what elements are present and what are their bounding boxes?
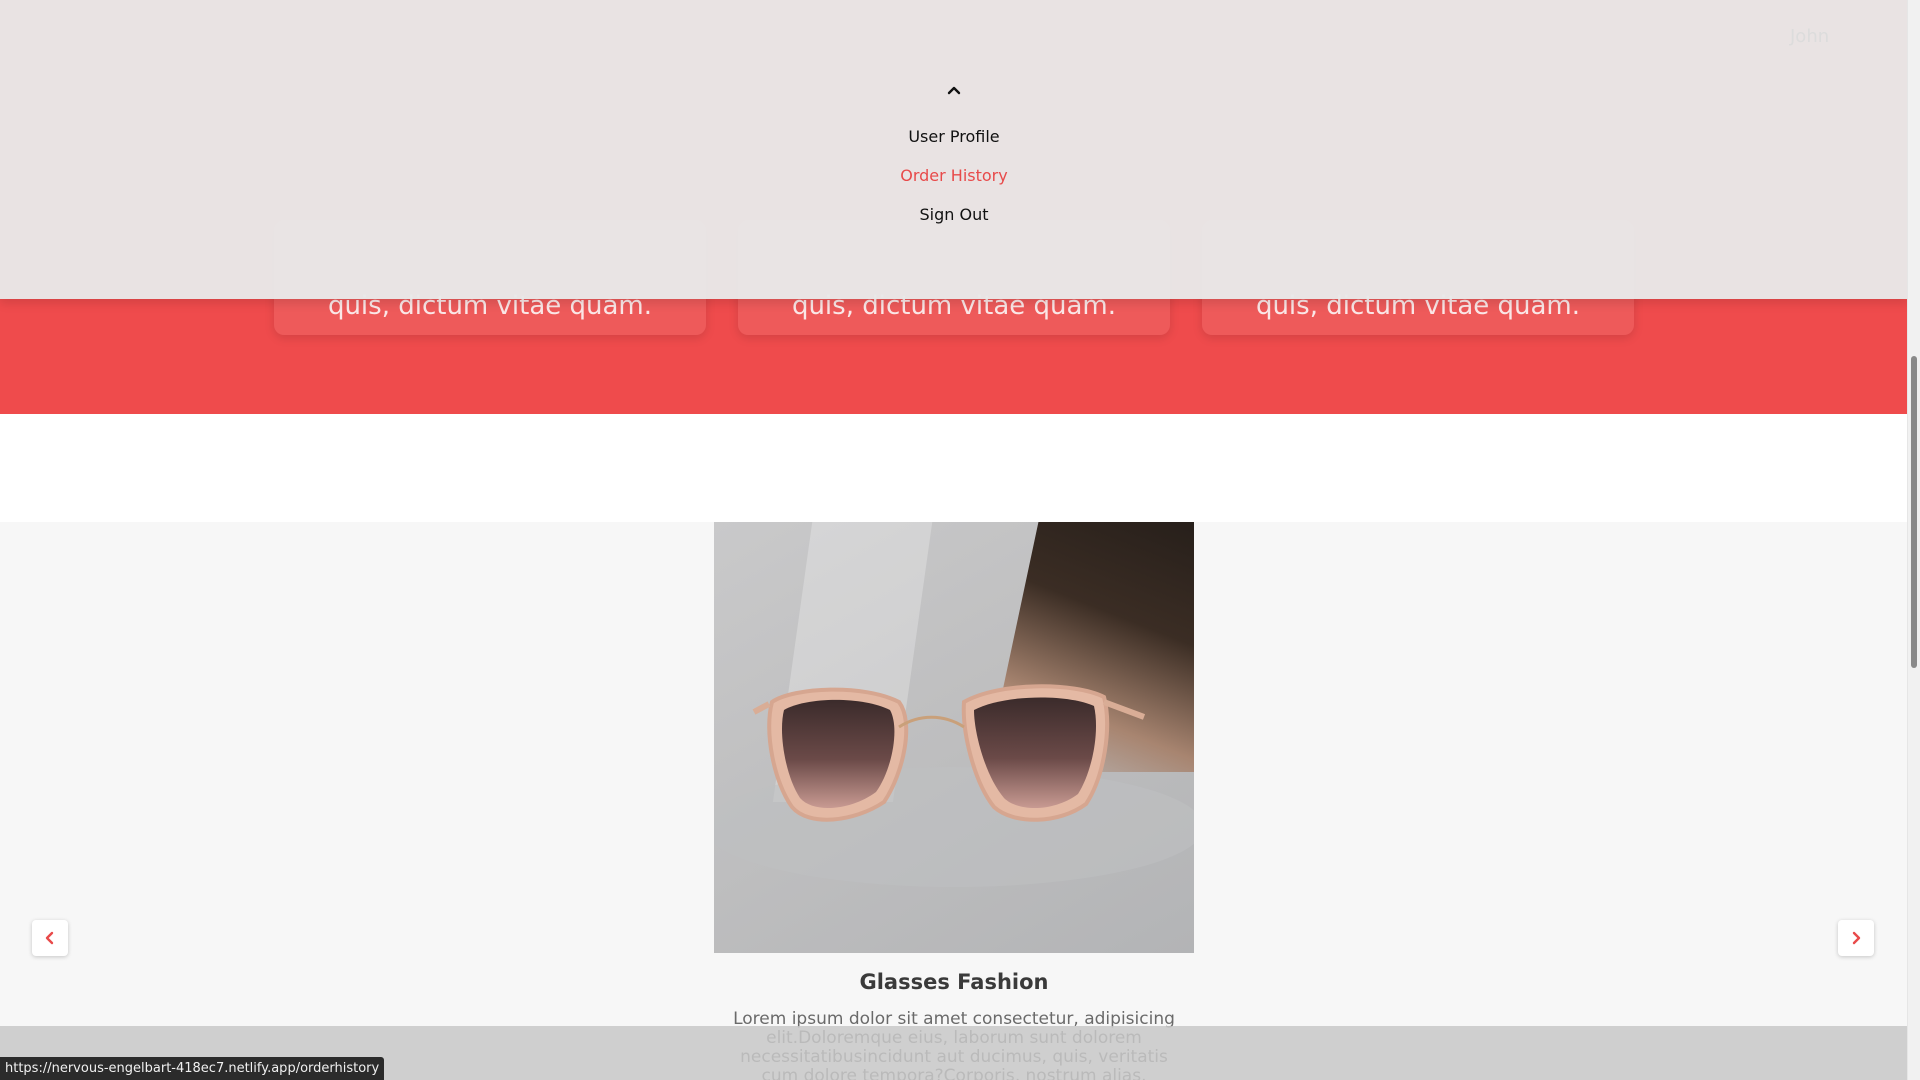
chevron-up-icon[interactable] <box>944 82 964 98</box>
product-carousel: Glasses Fashion Lorem ipsum dolor sit am… <box>0 522 1908 1080</box>
menu-item-user-profile: User Profile <box>0 127 1908 146</box>
chevron-right-icon <box>1852 931 1861 945</box>
menu-item-order-history: Order History <box>0 166 1908 185</box>
page: quis, dictum vitae quam. quis, dictum vi… <box>0 0 1908 1080</box>
user-profile-link[interactable]: User Profile <box>908 127 999 146</box>
status-bar-url: https://nervous-engelbart-418ec7.netlify… <box>0 1057 385 1080</box>
sunglasses-image <box>714 522 1194 953</box>
sunglasses-graphic <box>714 684 1194 887</box>
sign-out-link[interactable]: Sign Out <box>920 205 989 224</box>
scrollbar-thumb[interactable] <box>1911 356 1917 668</box>
page-scrollbar[interactable] <box>1907 0 1920 1080</box>
section-spacer <box>0 414 1908 522</box>
user-dropdown-menu: John User Profile Order History Sign Out <box>0 0 1908 299</box>
carousel-next-button[interactable] <box>1838 920 1874 956</box>
slide-title: Glasses Fashion <box>859 970 1049 994</box>
carousel-prev-button[interactable] <box>32 920 68 956</box>
chevron-left-icon <box>45 931 54 945</box>
order-history-link[interactable]: Order History <box>900 166 1007 185</box>
user-menu-toggle[interactable]: John <box>1790 26 1829 47</box>
header-bar: John <box>0 0 1908 70</box>
menu-item-sign-out: Sign Out <box>0 205 1908 224</box>
